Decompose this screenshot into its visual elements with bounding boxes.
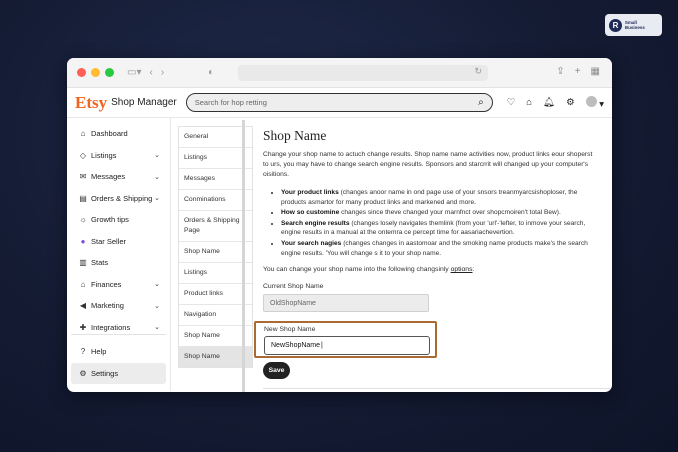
list-item: Your search nagies (changes changes in a…	[281, 239, 601, 258]
list-item: Search engine results (changes losely na…	[281, 219, 601, 238]
save-button[interactable]: Save	[263, 362, 290, 379]
avatar[interactable]	[585, 95, 597, 107]
bell-icon[interactable]: 🔔︎	[543, 97, 555, 108]
sidebar-item-label: Listings	[91, 150, 117, 160]
etsy-header: Etsy Shop Manager Search for hop retting…	[67, 88, 612, 118]
sidebar-item-label: Integrations	[91, 322, 131, 332]
current-shop-name-field: OldShopName	[263, 294, 429, 313]
options-link[interactable]: options	[451, 266, 473, 273]
intro-text: Change your shop name to actuch change r…	[263, 151, 593, 178]
url-bar[interactable]: ↻	[238, 65, 488, 81]
sidebar-item-label: Stats	[91, 258, 109, 268]
bullet-heading: Your product links	[281, 189, 339, 196]
sidebar-item-label: Finances	[91, 279, 122, 289]
bullet-heading: How so customine	[281, 209, 340, 217]
lightbulb-icon: ☼	[79, 215, 87, 225]
sidebar-item-settings[interactable]: ⚙ Settings	[71, 362, 166, 384]
sidebar-item-label: Dashboard	[91, 129, 128, 139]
sidebar: ⌂ Dashboard ◇ Listings ⌄ ✉ Messages ⌄ ▤ Orders…	[67, 118, 171, 391]
search-icon[interactable]: ⌕	[478, 97, 484, 108]
shop-manager-title: Shop Manager	[111, 97, 177, 108]
back-arrow-icon[interactable]: ‹	[149, 67, 152, 78]
heart-icon[interactable]: ♡	[507, 97, 516, 108]
sidebar-item-finances[interactable]: ⌂ Finances ⌄	[71, 274, 166, 296]
impact-list: Your product links (changes anoor name i…	[281, 188, 601, 258]
sidebar-item-marketing[interactable]: ◀ Marketing ⌄	[71, 295, 166, 317]
sidebar-item-help[interactable]: ? Help	[71, 341, 166, 363]
page-title: Shop Name	[263, 128, 327, 143]
stats-icon: ▥	[79, 258, 87, 268]
current-shop-name-value: OldShopName	[270, 299, 316, 307]
bullet-text: changes since theve changed your marnfnc…	[339, 209, 561, 217]
sidebar-item-growth-tips[interactable]: ☼ Growth tips	[71, 209, 166, 231]
sidebar-divider	[71, 334, 166, 335]
change-instructions: You can change your shop name into the f…	[263, 266, 475, 274]
browser-window: ▭▾ ‹ › ◐ ↻ ⇪ + ▦ Etsy Shop Manager Searc…	[67, 58, 612, 392]
privacy-shield-icon: ◐	[208, 67, 215, 78]
sidebar-item-label: Orders & Shipping	[91, 193, 153, 203]
new-shop-name-highlight: New Shop Name NewShopName |	[254, 321, 437, 358]
list-item: Your product links (changes anoor name i…	[281, 188, 601, 207]
tag-icon: ◇	[79, 150, 87, 160]
megaphone-icon: ◀	[79, 301, 87, 311]
sidebar-item-label: Messages	[91, 172, 126, 182]
sidebar-item-listings[interactable]: ◇ Listings ⌄	[71, 145, 166, 167]
sidebar-item-label: Growth tips	[91, 215, 129, 225]
sidebar-item-label: Star Seller	[91, 236, 127, 246]
list-item: How so customine changes since theve cha…	[281, 208, 601, 218]
tab-overview-icon[interactable]: ▦	[591, 66, 600, 77]
reload-icon[interactable]: ↻	[474, 66, 482, 77]
sidebar-item-star-seller[interactable]: ● Star Seller	[71, 231, 166, 253]
bullet-heading: Search engine results	[281, 219, 350, 227]
chevron-down-icon: ⌄	[154, 173, 160, 181]
maximize-window-button[interactable]	[105, 68, 114, 77]
sidebar-item-label: Help	[91, 347, 107, 357]
settings-gear-icon[interactable]: ⚙	[566, 97, 575, 108]
home-icon: ⌂	[80, 129, 86, 139]
minimize-window-button[interactable]	[91, 68, 100, 77]
brand-logo-icon: R	[609, 18, 622, 32]
new-shop-name-input[interactable]: NewShopName |	[264, 336, 430, 355]
change-line-text: You can change your shop name into the f…	[263, 266, 449, 274]
chevron-down-icon: ⌄	[154, 152, 160, 160]
small-business-badge: R Small Business	[605, 14, 662, 36]
search-input[interactable]: Search for hop retting ⌕	[185, 93, 493, 112]
current-shop-name-label: Current Shop Name	[263, 283, 324, 291]
brand-text: Small Business	[624, 20, 645, 30]
bullet-heading: Your search nagies	[281, 239, 342, 247]
new-shop-name-label: New Shop Name	[264, 326, 316, 333]
sidebar-item-label: Settings	[91, 368, 119, 378]
close-window-button[interactable]	[77, 68, 86, 77]
star-seller-icon: ●	[80, 236, 86, 246]
new-tab-icon[interactable]: +	[575, 66, 581, 77]
sidebar-item-dashboard[interactable]: ⌂ Dashboard	[71, 123, 166, 145]
sidebar-item-messages[interactable]: ✉ Messages ⌄	[71, 166, 166, 188]
new-shop-name-value: NewShopName	[271, 342, 321, 349]
account-menu[interactable]: ▾	[585, 95, 604, 110]
bank-icon: ⌂	[80, 279, 86, 289]
etsy-logo[interactable]: Etsy	[75, 93, 107, 113]
gear-icon: ⚙	[79, 368, 87, 378]
help-icon: ?	[80, 347, 86, 357]
chevron-down-icon: ⌄	[154, 324, 160, 332]
subnav-scrollbar[interactable]	[242, 120, 245, 392]
share-icon[interactable]: ⇪	[556, 66, 564, 77]
orders-icon: ▤	[79, 193, 87, 203]
sidebar-item-stats[interactable]: ▥ Stats	[71, 252, 166, 274]
mail-icon: ✉	[79, 172, 87, 182]
sidebar-item-orders[interactable]: ▤ Orders & Shipping ⌄	[71, 188, 166, 210]
search-placeholder: Search for hop retting	[194, 98, 267, 107]
browser-titlebar: ▭▾ ‹ › ◐ ↻ ⇪ + ▦	[67, 58, 612, 88]
shop-name-panel: Shop Name Change your shop name to actuc…	[253, 118, 612, 391]
chevron-down-icon: ⌄	[154, 195, 160, 203]
content-divider	[263, 388, 610, 389]
chevron-down-icon: ⌄	[154, 302, 160, 310]
sidebar-item-label: Marketing	[91, 301, 124, 311]
forward-arrow-icon[interactable]: ›	[161, 67, 164, 78]
puzzle-icon: ✚	[79, 322, 87, 332]
chevron-down-icon: ⌄	[154, 281, 160, 289]
sidebar-toggle-icon[interactable]: ▭▾	[127, 67, 141, 78]
gift-icon[interactable]: ⌂	[526, 97, 532, 108]
